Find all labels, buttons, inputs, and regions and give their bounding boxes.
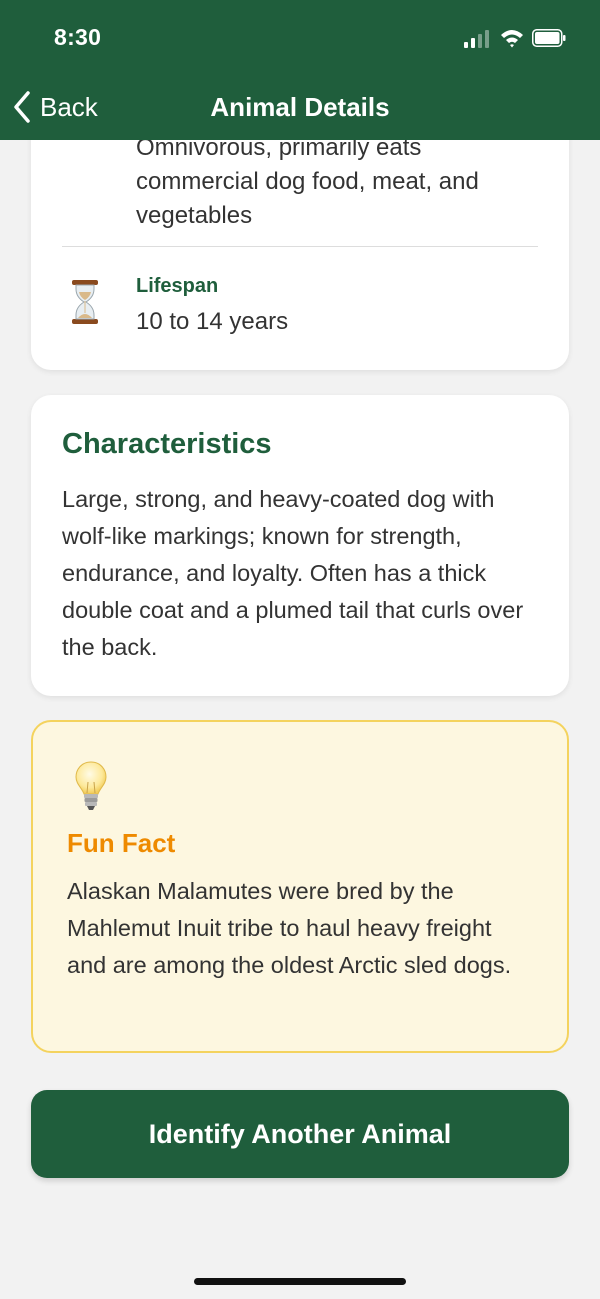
signal-icon [464,28,490,48]
fun-fact-card: Fun Fact Alaskan Malamutes were bred by … [31,720,569,1053]
hourglass-icon [72,280,98,324]
status-time: 8:30 [54,24,102,50]
fun-fact-title: Fun Fact [67,828,176,858]
characteristics-card: Characteristics Large, strong, and heavy… [31,395,569,696]
lifespan-label: Lifespan [136,275,219,297]
home-indicator[interactable] [194,1278,406,1285]
characteristics-title: Characteristics [62,428,272,460]
diet-text-line: vegetables [136,202,253,229]
back-button[interactable]: Back [12,88,98,126]
fun-fact-text: Alaskan Malamutes were bred by the Mahle… [67,878,512,978]
status-icons [464,28,572,50]
divider [62,246,538,247]
navigation-header: 8:30 Back Animal Details [0,0,600,140]
lifespan-value: 10 to 14 years [136,308,289,335]
diet-text-line: commercial dog food, meat, and [136,168,479,195]
characteristics-text: Large, strong, and heavy-coated dog with… [62,486,524,660]
back-label: Back [40,91,98,122]
identify-another-animal-button[interactable]: Identify Another Animal [31,1090,569,1178]
chevron-left-icon [14,91,30,123]
lightbulb-icon [75,761,107,810]
battery-icon [532,29,566,47]
diet-text: Omnivorous, primarily eats commercial do… [136,131,536,233]
wifi-icon [501,30,523,48]
